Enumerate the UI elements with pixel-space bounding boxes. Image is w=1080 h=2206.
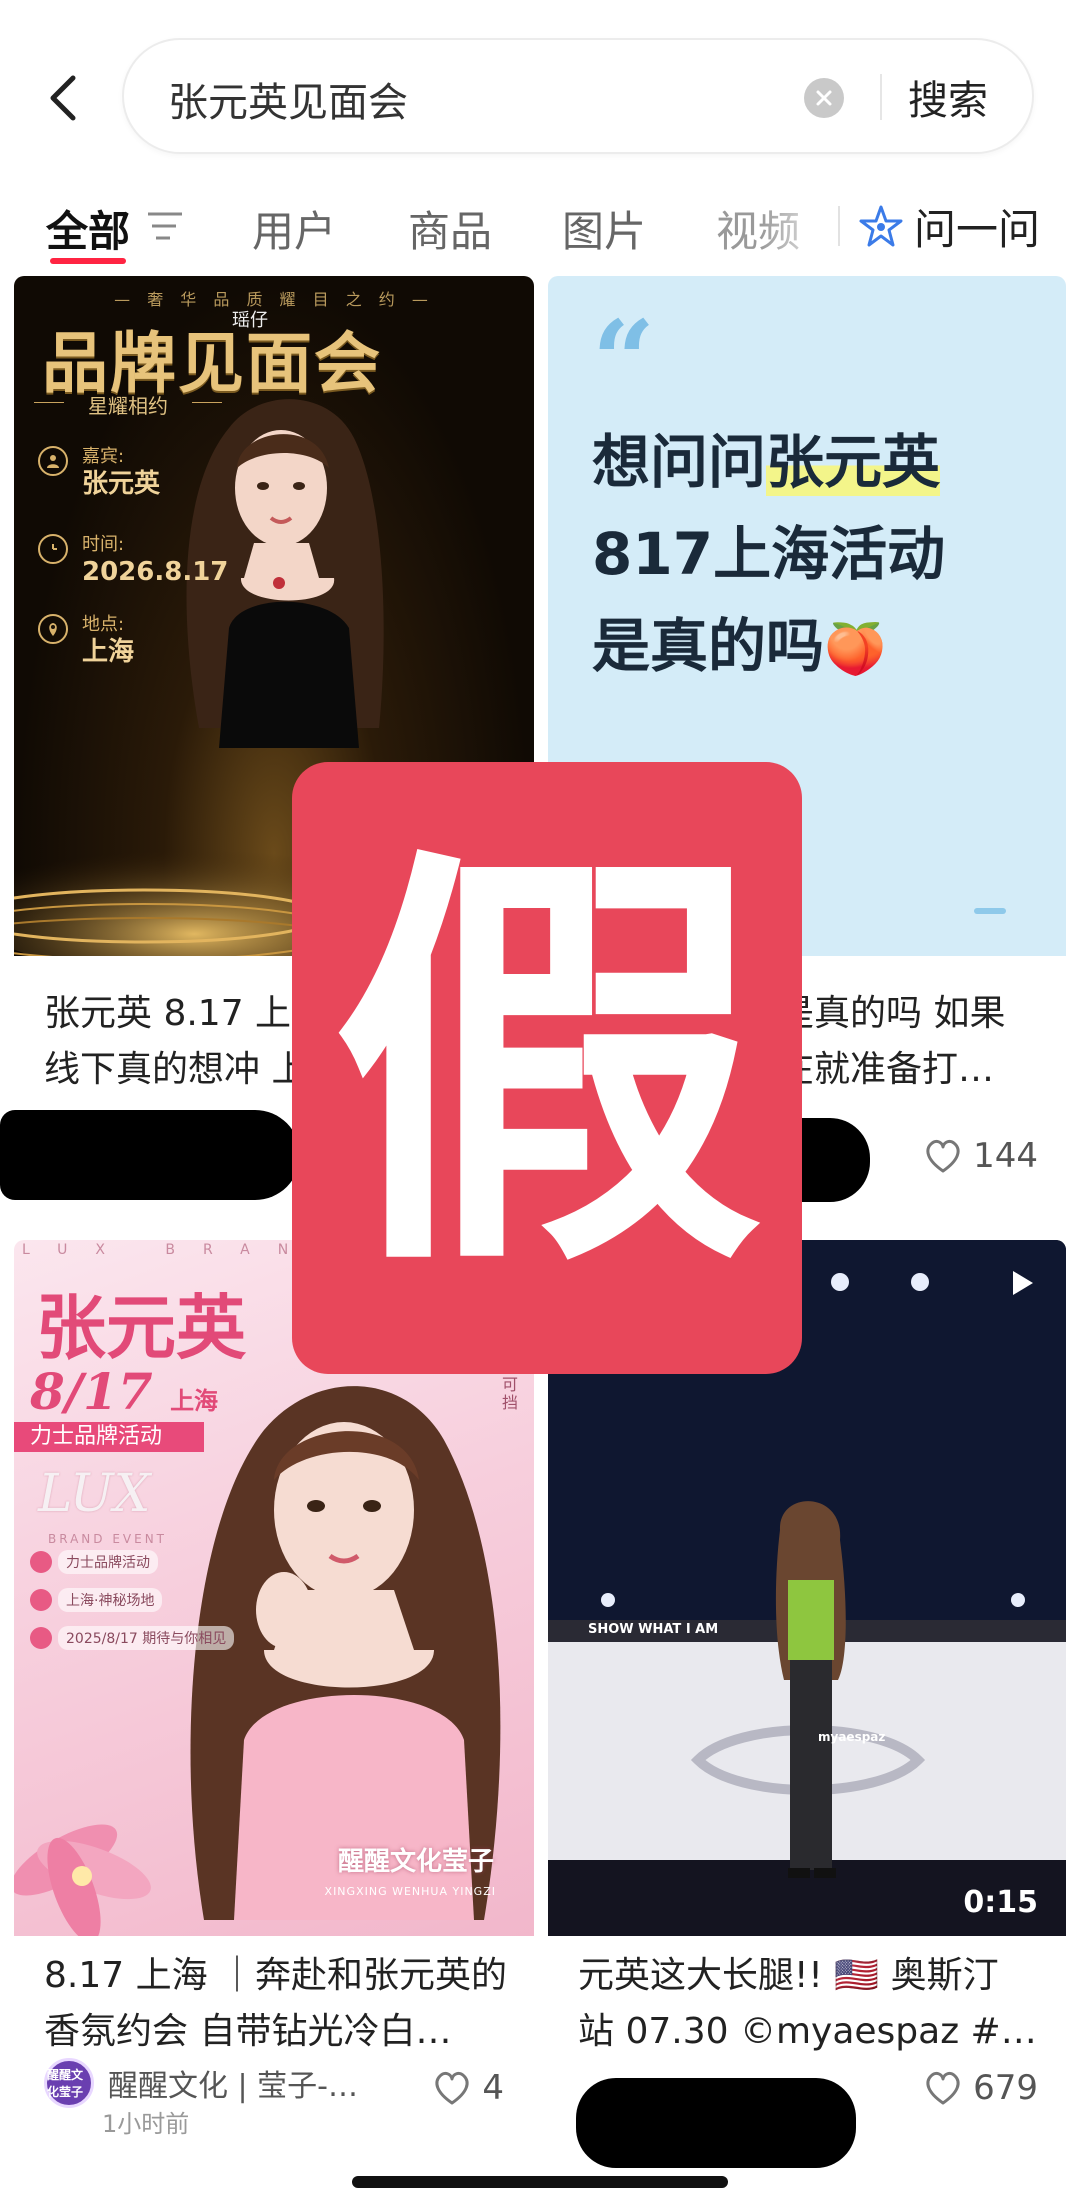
- search-input[interactable]: 张元英见面会 搜索: [122, 38, 1034, 154]
- location-pin-icon: [30, 1589, 52, 1611]
- question-line1-pre: 想问问: [592, 428, 767, 496]
- person-icon: [38, 446, 68, 476]
- heart-icon: [926, 2071, 960, 2105]
- redaction-mark: [576, 2078, 856, 2168]
- flower-decoration: [14, 1824, 151, 1936]
- poster-date-city: 上海: [170, 1386, 219, 1415]
- poster-brand-sub: XINGXING WENHUA YINGZI: [324, 1885, 496, 1898]
- stage-banner-text: SHOW WHAT I AM: [588, 1622, 719, 1637]
- poster-tagline: — 奢 华 品 质 耀 目 之 约 —: [114, 290, 434, 309]
- search-button[interactable]: 搜索: [908, 68, 988, 126]
- poster-date: 8/17 上海: [30, 1362, 218, 1421]
- poster-event-bar: 力士品牌活动: [14, 1422, 204, 1452]
- question-line1-highlight: 张元英: [766, 428, 941, 496]
- place-label: 地点:: [82, 614, 125, 635]
- clock-icon: [30, 1627, 52, 1649]
- poster-info-item: 2025/8/17 期待与你相见: [30, 1626, 235, 1650]
- note-card-lux-event[interactable]: LUX BRAND 张元英 8/17 上海 力士品牌活动 LUX BRAND E…: [14, 1240, 534, 2180]
- redaction-mark: [0, 1110, 300, 1200]
- tab-images[interactable]: 图片: [562, 198, 646, 259]
- video-watermark: myaespaz: [818, 1730, 886, 1744]
- home-indicator[interactable]: [352, 2176, 728, 2188]
- poster-script: LUX: [38, 1464, 151, 1524]
- guest-label: 嘉宾:: [82, 446, 125, 467]
- result-tabs: 全部 用户 商品 图片 视频 问一问: [0, 190, 1080, 276]
- poster-place-row: 地点: 上海: [38, 614, 134, 668]
- poster-info-list: 力士品牌活动 上海·神秘场地 2025/8/17 期待与你相见: [30, 1550, 235, 1664]
- post-time: 1小时前: [102, 2110, 190, 2138]
- decorative-dash: [974, 908, 1006, 914]
- tab-products[interactable]: 商品: [408, 198, 492, 259]
- poster-brand: 醒醒文化莹子: [337, 1847, 494, 1877]
- like-button[interactable]: 144: [923, 1136, 1038, 1176]
- note-card-video[interactable]: SHOW WHAT I AM myaespaz 0:15 元英这大长腿!! 🇺🇸…: [548, 1240, 1066, 2180]
- search-query[interactable]: 张元英见面会: [168, 70, 408, 128]
- poster-time-row: 时间: 2026.8.17: [38, 534, 228, 588]
- quote-mark-icon: “: [592, 296, 656, 425]
- note-title-line1: 8.17 上海 ｜奔赴和张元英的: [44, 1955, 508, 1996]
- question-line3: 是真的吗: [592, 612, 825, 680]
- like-count: 144: [973, 1136, 1038, 1176]
- time-value: 2026.8.17: [82, 557, 229, 587]
- poster-info-text: 上海·神秘场地: [58, 1588, 163, 1612]
- avatar[interactable]: 醒醒文化莹子: [44, 2058, 94, 2108]
- fake-stamp: 假: [292, 762, 802, 1374]
- close-icon: [816, 90, 832, 106]
- note-author[interactable]: 醒醒文化莹子 醒醒文化 | 莹子-…: [44, 2058, 358, 2108]
- heart-icon: [926, 1139, 960, 1173]
- star-sparkle-icon: [859, 205, 903, 246]
- tabs-fade: [760, 190, 840, 266]
- clear-search-button[interactable]: [804, 78, 844, 118]
- guest-value: 张元英: [82, 469, 161, 499]
- note-title-line2: 站 07.30 ©myaespaz #…: [578, 2011, 1037, 2052]
- place-value: 上海: [82, 637, 135, 667]
- ask-button[interactable]: 问一问: [858, 196, 1040, 257]
- poster-watermark: 瑶仔: [232, 310, 268, 331]
- note-title: 8.17 上海 ｜奔赴和张元英的 香氛约会 自带钻光冷白…: [44, 1948, 508, 2060]
- note-title-line2: 香氛约会 自带钻光冷白…: [44, 2011, 452, 2052]
- poster-subtitle: 星耀相约: [34, 390, 222, 419]
- search-divider: [880, 74, 882, 120]
- like-button[interactable]: 679: [923, 2068, 1038, 2108]
- question-line2: 817上海活动: [592, 520, 946, 588]
- poster-info-item: 力士品牌活动: [30, 1550, 234, 1574]
- peach-emoji-icon: 🍑: [824, 620, 887, 678]
- tabs-separator: [838, 206, 840, 246]
- back-button[interactable]: [42, 68, 82, 128]
- poster-date-value: 8/17: [30, 1362, 153, 1421]
- camera-icon: [30, 1551, 52, 1573]
- location-pin-icon: [38, 614, 68, 644]
- filter-icon[interactable]: [146, 210, 184, 244]
- time-label: 时间:: [82, 534, 125, 555]
- play-icon: [1013, 1271, 1033, 1295]
- clock-icon: [38, 534, 68, 564]
- active-tab-indicator: [50, 258, 126, 264]
- like-count: 4: [482, 2068, 504, 2108]
- fake-stamp-text: 假: [332, 818, 762, 1318]
- tab-all[interactable]: 全部: [46, 198, 130, 259]
- poster-guest-row: 嘉宾: 张元英: [38, 446, 160, 500]
- author-name[interactable]: 醒醒文化 | 莹子-…: [108, 2061, 358, 2105]
- chevron-left-icon: [50, 75, 76, 121]
- note-title-line1: 元英这大长腿!! 🇺🇸 奥斯汀: [578, 1955, 999, 1996]
- poster-script-sub: BRAND EVENT: [48, 1532, 168, 1546]
- stage-banner: SHOW WHAT I AM: [548, 1622, 1066, 1637]
- like-count: 679: [973, 2068, 1038, 2108]
- poster-info-text: 2025/8/17 期待与你相见: [58, 1626, 235, 1650]
- ask-label: 问一问: [914, 205, 1041, 254]
- tab-users[interactable]: 用户: [252, 198, 336, 259]
- question-text: 想问问张元英 817上海活动 是真的吗🍑: [592, 416, 945, 695]
- poster-info-text: 力士品牌活动: [58, 1550, 158, 1574]
- search-header: 张元英见面会 搜索: [0, 0, 1080, 190]
- note-title: 元英这大长腿!! 🇺🇸 奥斯汀 站 07.30 ©myaespaz #…: [578, 1948, 1040, 2060]
- heart-icon: [435, 2071, 469, 2105]
- poster-info-item: 上海·神秘场地: [30, 1588, 234, 1612]
- poster-name: 张元英: [36, 1286, 246, 1369]
- like-button[interactable]: 4: [432, 2068, 504, 2108]
- video-duration: 0:15: [963, 1885, 1038, 1920]
